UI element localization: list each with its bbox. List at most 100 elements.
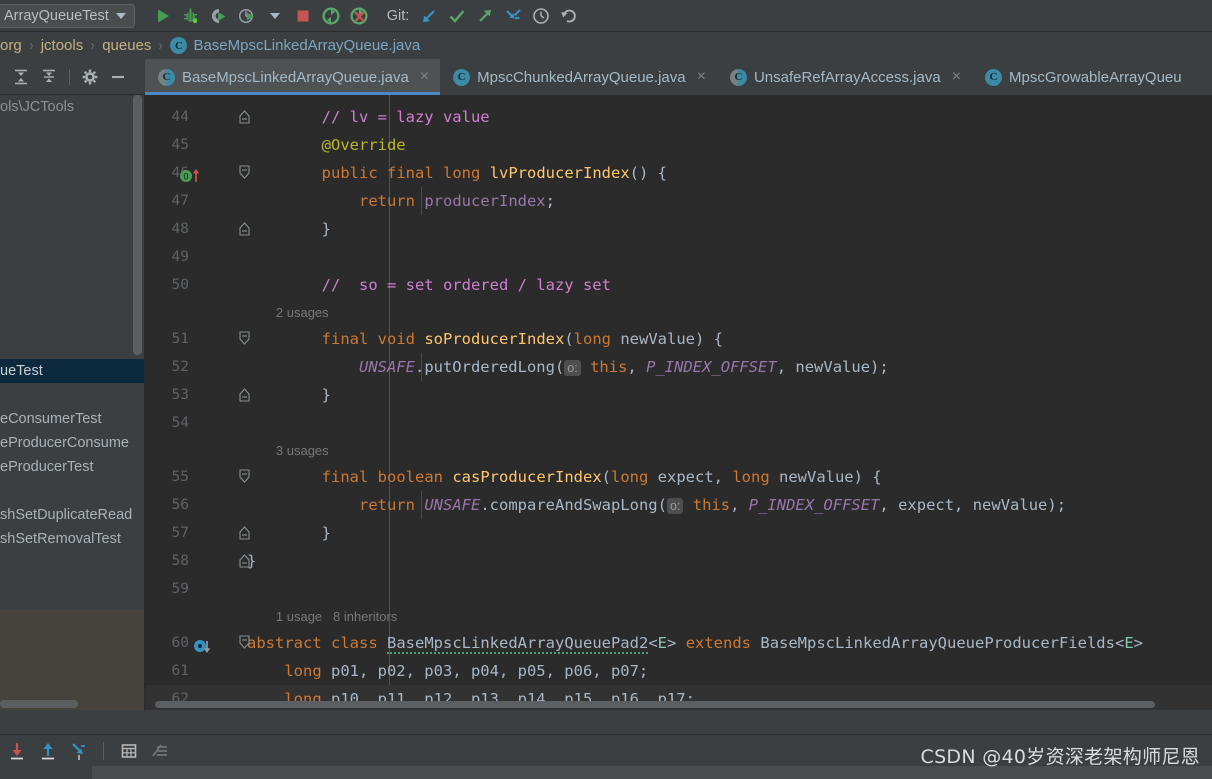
project-panel-toolbar xyxy=(0,59,145,95)
git-pull-button[interactable] xyxy=(499,2,527,30)
breadcrumb-item-org[interactable]: org xyxy=(0,37,22,54)
step-into-button[interactable] xyxy=(2,736,31,765)
fold-end-icon[interactable] xyxy=(239,221,250,236)
gutter xyxy=(195,215,250,243)
indent-guide xyxy=(421,187,422,215)
gutter xyxy=(195,519,250,547)
git-commit-button[interactable] xyxy=(443,2,471,30)
line-number: 45 xyxy=(171,137,189,153)
project-tree-spacer xyxy=(0,383,144,407)
editor-tab-label: BaseMpscLinkedArrayQueue.java xyxy=(182,68,409,86)
project-tree-spacer xyxy=(0,263,144,287)
code-editor[interactable]: // 状态上，省索引44 // lv = lazy value45 @Overr… xyxy=(145,95,1212,710)
code-lines: // 状态上，省索引44 // lv = lazy value45 @Overr… xyxy=(145,95,1212,710)
line-number: 57 xyxy=(171,525,189,541)
git-label: Git: xyxy=(386,7,410,24)
gutter xyxy=(195,657,245,685)
code-line: 46 O public final long lvProducerIndex() … xyxy=(145,159,1212,187)
breadcrumb[interactable]: org › jctools › queues › C BaseMpscLinke… xyxy=(0,32,1212,59)
git-push-button[interactable] xyxy=(471,2,499,30)
line-number: 44 xyxy=(171,109,189,125)
close-icon[interactable]: × xyxy=(420,69,429,85)
settings-gear-button[interactable] xyxy=(77,64,103,90)
code-line: 44 // lv = lazy value xyxy=(145,103,1212,131)
project-tree-item[interactable]: ols\JCTools xyxy=(0,95,144,119)
profile-dropdown-button[interactable] xyxy=(261,2,289,30)
git-history-button[interactable] xyxy=(527,2,555,30)
breadcrumb-separator-icon: › xyxy=(90,37,95,54)
force-step-into-button[interactable] xyxy=(64,736,93,765)
fold-expanded-icon[interactable] xyxy=(239,635,250,650)
code-line: 57 } xyxy=(145,519,1212,547)
breadcrumb-item-file[interactable]: BaseMpscLinkedArrayQueue.java xyxy=(193,37,420,54)
editor-horizontal-scrollbar[interactable] xyxy=(155,701,1155,708)
project-tree-item[interactable]: shSetRemovalTest xyxy=(0,527,144,551)
clipped-comment: // 状态上，省索引 xyxy=(245,95,458,103)
fold-expanded-icon[interactable] xyxy=(239,331,250,346)
run-button[interactable] xyxy=(149,2,177,30)
java-class-icon: C xyxy=(729,68,747,86)
expand-all-button[interactable] xyxy=(8,64,34,90)
code-text: final boolean casProducerIndex(long expe… xyxy=(321,468,882,486)
run-with-coverage-button[interactable] xyxy=(205,2,233,30)
stop-button[interactable] xyxy=(289,2,317,30)
editor-tab-2[interactable]: C UnsafeRefArrayAccess.java × xyxy=(717,59,972,95)
fold-end-icon[interactable] xyxy=(239,387,250,402)
line-number: 47 xyxy=(171,193,189,209)
project-panel-vertical-scrollbar[interactable] xyxy=(133,95,142,355)
fold-expanded-icon[interactable] xyxy=(239,165,250,180)
fold-end-icon[interactable] xyxy=(239,553,250,568)
editor-tab-0[interactable]: C BaseMpscLinkedArrayQueue.java × xyxy=(145,59,441,95)
status-bar-left xyxy=(0,766,92,779)
main-toolbar: ArrayQueueTest Git: xyxy=(0,0,1212,32)
code-text: // lv = lazy value xyxy=(321,108,490,126)
run-configuration-selector[interactable]: ArrayQueueTest xyxy=(0,3,135,28)
project-tree-item[interactable]: ueTest xyxy=(0,359,144,383)
line-number: 61 xyxy=(171,663,189,679)
project-panel-horizontal-scrollbar[interactable] xyxy=(0,700,78,708)
rerun-button[interactable] xyxy=(317,2,345,30)
code-text: UNSAFE.putOrderedLong(o: this, P_INDEX_O… xyxy=(358,358,889,376)
step-out-button[interactable] xyxy=(33,736,62,765)
breadcrumb-item-queues[interactable]: queues xyxy=(102,37,151,54)
project-tree-spacer xyxy=(0,167,144,191)
gutter xyxy=(195,491,245,519)
git-update-project-button[interactable] xyxy=(415,2,443,30)
profile-button[interactable] xyxy=(233,2,261,30)
project-tree-spacer xyxy=(0,239,144,263)
breadcrumb-item-jctools[interactable]: jctools xyxy=(41,37,84,54)
fold-end-icon[interactable] xyxy=(239,525,250,540)
gutter xyxy=(195,325,250,353)
evaluate-expression-button[interactable] xyxy=(114,736,143,765)
project-tree-item[interactable]: shSetDuplicateRead xyxy=(0,503,144,527)
editor-tab-1[interactable]: C MpscChunkedArrayQueue.java × xyxy=(440,59,717,95)
close-icon[interactable]: × xyxy=(952,69,961,85)
rerun-failed-tests-button[interactable] xyxy=(345,2,373,30)
close-icon[interactable]: × xyxy=(697,69,706,85)
project-tree-item[interactable]: eProducerConsume xyxy=(0,431,144,455)
svg-text:O: O xyxy=(183,173,188,183)
java-class-icon: C xyxy=(985,68,1003,86)
project-tree-panel[interactable]: ols\JCTools ueTest eConsumerTest eProducerC… xyxy=(0,95,145,710)
fold-end-icon[interactable] xyxy=(239,109,250,124)
code-line: 50 // so = set ordered / lazy set xyxy=(145,271,1212,299)
code-line: 56 return UNSAFE.compareAndSwapLong(o: t… xyxy=(145,491,1212,519)
java-class-icon: C xyxy=(170,37,188,54)
debug-button[interactable] xyxy=(177,2,205,30)
project-tree-item[interactable]: eProducerTest xyxy=(0,455,144,479)
inlay-hint-text: 3 usages xyxy=(247,443,329,458)
breadcrumb-separator-icon: › xyxy=(159,37,163,54)
code-text: } xyxy=(247,386,331,404)
hide-panel-button[interactable] xyxy=(105,64,131,90)
chevron-down-icon xyxy=(269,12,280,19)
fold-expanded-icon[interactable] xyxy=(239,469,250,484)
editor-tab-3[interactable]: C MpscGrowableArrayQueu xyxy=(972,59,1193,95)
git-rollback-button[interactable] xyxy=(555,2,583,30)
gutter: O xyxy=(180,159,250,187)
line-number: 50 xyxy=(171,277,189,293)
collapse-all-button[interactable] xyxy=(36,64,62,90)
project-tree-item[interactable]: eConsumerTest xyxy=(0,407,144,431)
mute-breakpoints-button[interactable] xyxy=(145,736,174,765)
